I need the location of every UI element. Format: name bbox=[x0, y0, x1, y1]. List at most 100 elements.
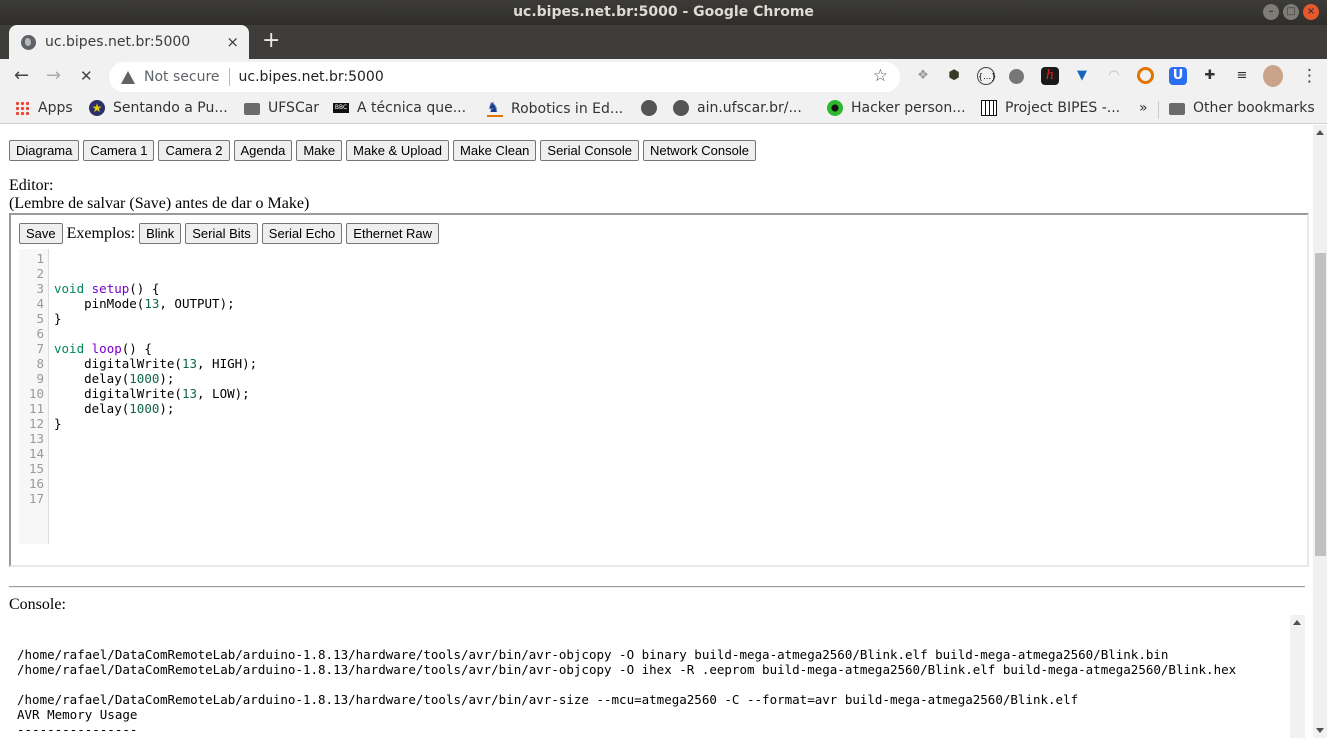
bookmark-star-icon[interactable]: ☆ bbox=[873, 66, 888, 86]
code-line: delay(1000); bbox=[54, 401, 175, 416]
back-button[interactable]: ← bbox=[14, 65, 29, 86]
browser-tab[interactable]: uc.bipes.net.br:5000 × bbox=[9, 25, 249, 59]
bookmark-label: Hacker person... bbox=[851, 100, 966, 116]
robot-icon: ♞ bbox=[487, 100, 503, 117]
line-number: 16 bbox=[28, 476, 44, 491]
make-upload-button[interactable]: Make & Upload bbox=[346, 140, 450, 161]
code-editor[interactable]: 1 2 3 4 5 6 7 8 9 10 11 12 13 14 15 16 17 void setup() {… bbox=[19, 249, 1289, 544]
window-title: uc.bipes.net.br:5000 - Google Chrome bbox=[513, 4, 814, 20]
bookmark-ufscar[interactable]: UFSCar bbox=[244, 100, 319, 116]
editor-toolbar: Save Exemplos: Blink Serial Bits Serial … bbox=[19, 223, 440, 244]
line-number: 8 bbox=[36, 356, 44, 371]
bookmark-robotics[interactable]: ♞ Robotics in Ed... bbox=[487, 100, 623, 117]
code-line: digitalWrite(13, HIGH); bbox=[54, 356, 258, 371]
star-badge-icon: ★ bbox=[89, 100, 105, 116]
code-text[interactable]: void setup() { pinMode(13, OUTPUT);} void… bbox=[54, 251, 257, 506]
minimize-button[interactable]: – bbox=[1263, 4, 1279, 20]
dropbox-icon[interactable]: ❖ bbox=[914, 67, 932, 85]
divider bbox=[1158, 101, 1159, 119]
tab-title: uc.bipes.net.br:5000 bbox=[45, 34, 191, 50]
save-button[interactable]: Save bbox=[19, 223, 63, 244]
profile-avatar[interactable] bbox=[1263, 65, 1283, 87]
line-number: 14 bbox=[28, 446, 44, 461]
code-icon[interactable]: {…} bbox=[977, 67, 996, 85]
scroll-up-arrow-icon[interactable] bbox=[1316, 130, 1324, 135]
chrome-menu-icon[interactable]: ⋮ bbox=[1301, 66, 1318, 86]
bookmarks-overflow-button[interactable]: » bbox=[1139, 100, 1148, 116]
camera-1-button[interactable]: Camera 1 bbox=[83, 140, 155, 161]
maximize-button[interactable]: □ bbox=[1283, 4, 1299, 20]
bookmark-hacker[interactable]: Hacker person... bbox=[827, 100, 966, 116]
bookmark-ain-ufscar[interactable]: ain.ufscar.br/... bbox=[673, 100, 802, 116]
scroll-up-arrow-icon[interactable] bbox=[1293, 620, 1301, 625]
code-line: } bbox=[54, 311, 62, 326]
line-number: 6 bbox=[36, 326, 44, 341]
example-serial-echo-button[interactable]: Serial Echo bbox=[261, 223, 343, 244]
examples-label: Exemplos: bbox=[66, 224, 136, 242]
forward-button[interactable]: → bbox=[46, 65, 61, 86]
page-scrollbar[interactable] bbox=[1313, 125, 1327, 738]
line-number: 10 bbox=[28, 386, 44, 401]
console-line: ---------------- bbox=[17, 722, 138, 737]
h-icon[interactable]: h bbox=[1041, 67, 1059, 85]
code-line: void setup() { bbox=[54, 281, 160, 296]
address-bar[interactable]: Not secure uc.bipes.net.br:5000 ☆ bbox=[109, 62, 900, 92]
new-tab-button[interactable]: + bbox=[262, 30, 280, 52]
network-console-button[interactable]: Network Console bbox=[642, 140, 756, 161]
diamond-icon[interactable]: ▼ bbox=[1073, 67, 1091, 85]
bookmark-tecnica[interactable]: BBC A técnica que... bbox=[333, 100, 466, 116]
close-window-button[interactable]: × bbox=[1303, 4, 1319, 20]
playlist-icon[interactable]: ≡ bbox=[1233, 67, 1251, 85]
circle-icon[interactable] bbox=[1009, 69, 1024, 84]
make-button[interactable]: Make bbox=[296, 140, 343, 161]
nav-buttons: Diagrama Camera 1 Camera 2 Agenda Make M… bbox=[9, 140, 756, 161]
diagrama-button[interactable]: Diagrama bbox=[9, 140, 80, 161]
serial-console-button[interactable]: Serial Console bbox=[540, 140, 639, 161]
u-icon[interactable]: U bbox=[1169, 67, 1187, 85]
camera-2-button[interactable]: Camera 2 bbox=[158, 140, 230, 161]
security-indicator[interactable]: Not secure bbox=[144, 69, 220, 85]
folder-icon bbox=[1169, 103, 1185, 115]
editor-heading: Editor: (Lembre de salvar (Save) antes d… bbox=[9, 177, 309, 213]
scroll-down-arrow-icon[interactable] bbox=[1316, 728, 1324, 733]
console-scrollbar[interactable] bbox=[1290, 615, 1305, 738]
line-number: 12 bbox=[28, 416, 44, 431]
bookmark-other[interactable]: Other bookmarks bbox=[1169, 100, 1315, 116]
code-line: void loop() { bbox=[54, 341, 152, 356]
example-serial-bits-button[interactable]: Serial Bits bbox=[185, 223, 258, 244]
editor-panel: Save Exemplos: Blink Serial Bits Serial … bbox=[9, 213, 1309, 567]
folder-icon bbox=[244, 103, 260, 115]
arc-icon[interactable]: ◠ bbox=[1105, 67, 1123, 85]
bookmark-apps[interactable]: Apps bbox=[15, 100, 73, 116]
line-number: 11 bbox=[28, 401, 44, 416]
line-number: 7 bbox=[36, 341, 44, 356]
tab-close-icon[interactable]: × bbox=[226, 33, 239, 51]
example-ethernet-raw-button[interactable]: Ethernet Raw bbox=[346, 223, 440, 244]
puzzle-icon[interactable]: ✚ bbox=[1201, 67, 1219, 85]
bookmark-label: Robotics in Ed... bbox=[511, 100, 624, 117]
globe-icon bbox=[673, 100, 689, 116]
warning-icon bbox=[121, 70, 135, 84]
bookmark-globe[interactable] bbox=[641, 100, 665, 116]
url-text[interactable]: uc.bipes.net.br:5000 bbox=[239, 69, 384, 85]
ring-icon[interactable] bbox=[1137, 67, 1154, 84]
line-number: 2 bbox=[36, 266, 44, 281]
console-line: /home/rafael/DataComRemoteLab/arduino-1.… bbox=[17, 662, 1237, 677]
example-blink-button[interactable]: Blink bbox=[139, 223, 182, 244]
bookmark-bipes[interactable]: Project BIPES -... bbox=[981, 100, 1120, 116]
bookmark-label: A técnica que... bbox=[357, 100, 467, 116]
scrollbar-thumb[interactable] bbox=[1315, 253, 1326, 556]
stop-loading-button[interactable]: ✕ bbox=[80, 67, 93, 85]
agenda-button[interactable]: Agenda bbox=[233, 140, 293, 161]
line-number: 13 bbox=[28, 431, 44, 446]
bbc-icon: BBC bbox=[333, 103, 349, 113]
bookmark-sentando[interactable]: ★ Sentando a Pu... bbox=[89, 100, 228, 116]
bipes-icon bbox=[981, 100, 997, 116]
shield-icon[interactable]: ⬢ bbox=[945, 67, 963, 85]
bookmark-label: Project BIPES -... bbox=[1005, 100, 1121, 116]
console-line: AVR Memory Usage bbox=[17, 707, 138, 722]
globe-icon bbox=[641, 100, 657, 116]
make-clean-button[interactable]: Make Clean bbox=[453, 140, 537, 161]
